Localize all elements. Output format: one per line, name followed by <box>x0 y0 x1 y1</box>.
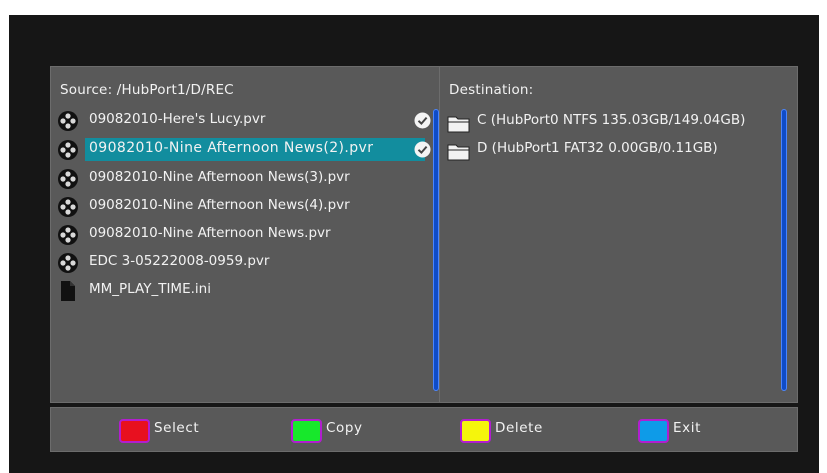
checkmark-icon <box>414 141 431 158</box>
file-item[interactable]: 09082010-Here's Lucy.pvr <box>56 110 436 132</box>
file-name: 09082010-Nine Afternoon News.pvr <box>89 225 331 241</box>
tv-screen: Source: /HubPort1/D/REC 09082010-Here's … <box>9 15 819 473</box>
film-reel-icon <box>58 197 78 217</box>
source-panel: Source: /HubPort1/D/REC 09082010-Here's … <box>50 66 443 403</box>
drive-name: C (HubPort0 NTFS 135.03GB/149.04GB) <box>477 112 746 128</box>
file-item[interactable]: MM_PLAY_TIME.ini <box>56 280 436 302</box>
color-key-bar: Select Copy Delete Exit <box>50 407 798 452</box>
file-name: 09082010-Nine Afternoon News(2).pvr <box>89 140 374 156</box>
file-item[interactable]: 09082010-Nine Afternoon News(3).pvr <box>56 168 436 190</box>
folder-icon <box>447 144 470 161</box>
red-key-icon <box>119 419 150 443</box>
film-reel-icon <box>58 140 78 160</box>
file-item[interactable]: 09082010-Nine Afternoon News.pvr <box>56 224 436 246</box>
film-reel-icon <box>58 111 78 131</box>
folder-icon <box>447 116 470 133</box>
blue-key-icon <box>638 419 669 443</box>
source-path-title: Source: /HubPort1/D/REC <box>60 82 234 98</box>
file-item[interactable]: EDC 3-05222008-0959.pvr <box>56 252 436 274</box>
file-name: 09082010-Here's Lucy.pvr <box>89 111 266 127</box>
copy-button-label: Copy <box>326 420 363 436</box>
yellow-key-icon <box>460 419 491 443</box>
destination-scrollbar[interactable] <box>781 109 787 391</box>
film-reel-icon <box>58 169 78 189</box>
file-name: 09082010-Nine Afternoon News(4).pvr <box>89 197 350 213</box>
file-item[interactable]: 09082010-Nine Afternoon News(4).pvr <box>56 196 436 218</box>
select-button-label: Select <box>154 420 200 436</box>
film-reel-icon <box>58 225 78 245</box>
file-item-selected[interactable]: 09082010-Nine Afternoon News(2).pvr <box>56 138 436 161</box>
destination-panel: Destination: C (HubPort0 NTFS 135.03GB/1… <box>439 66 798 403</box>
drive-name: D (HubPort1 FAT32 0.00GB/0.11GB) <box>477 140 718 156</box>
delete-button-label: Delete <box>495 420 543 436</box>
file-name: 09082010-Nine Afternoon News(3).pvr <box>89 169 350 185</box>
file-name: EDC 3-05222008-0959.pvr <box>89 253 270 269</box>
green-key-icon <box>291 419 322 443</box>
file-name: MM_PLAY_TIME.ini <box>89 281 211 297</box>
exit-button-label: Exit <box>673 420 701 436</box>
drive-item[interactable]: C (HubPort0 NTFS 135.03GB/149.04GB) <box>447 111 787 133</box>
document-icon <box>61 281 75 301</box>
destination-title: Destination: <box>449 82 534 98</box>
drive-item[interactable]: D (HubPort1 FAT32 0.00GB/0.11GB) <box>447 139 787 161</box>
checkmark-icon <box>414 112 431 129</box>
film-reel-icon <box>58 253 78 273</box>
